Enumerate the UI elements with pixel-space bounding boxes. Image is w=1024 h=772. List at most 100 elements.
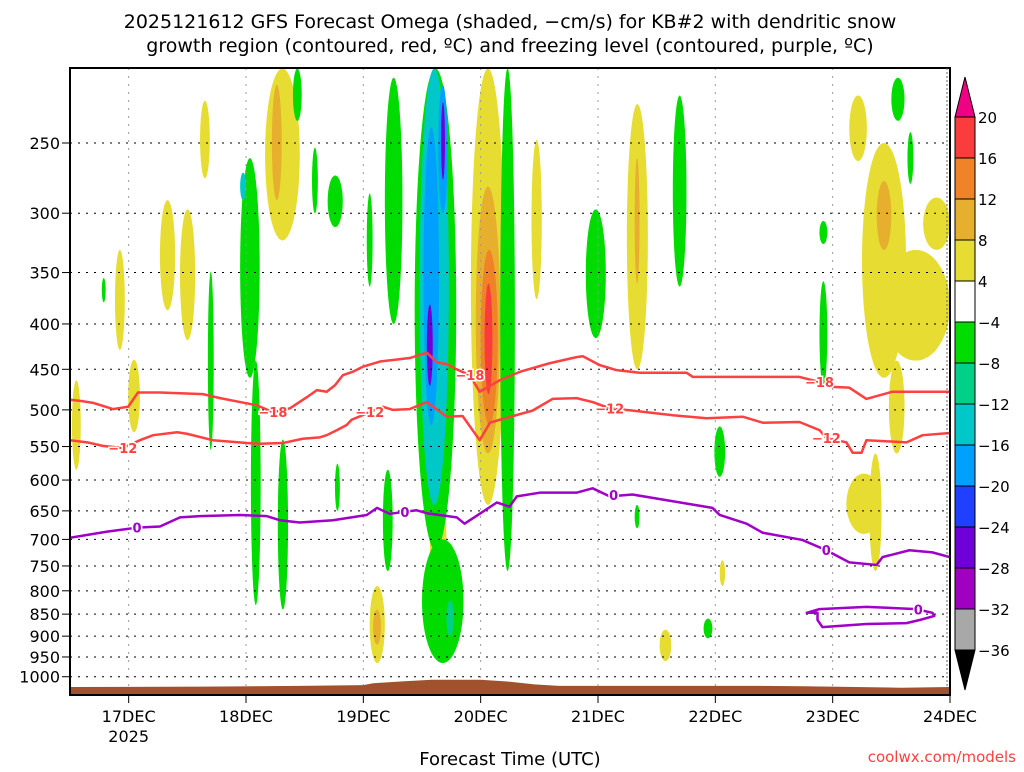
colorbar-swatch bbox=[954, 321, 976, 364]
omega-region bbox=[672, 95, 687, 287]
colorbar-label: −12 bbox=[978, 396, 1010, 414]
colorbar-label: −4 bbox=[978, 314, 1000, 332]
x-tick-year-label: 2025 bbox=[108, 727, 149, 746]
omega-region bbox=[888, 360, 905, 454]
omega-region bbox=[312, 147, 318, 214]
omega-region bbox=[869, 453, 882, 572]
x-tick-label: 23DEC bbox=[806, 707, 860, 726]
contour-label: 0 bbox=[609, 489, 618, 504]
contour-label: −18 bbox=[805, 376, 834, 391]
contour-label: 0 bbox=[400, 506, 409, 521]
omega-region bbox=[271, 84, 282, 201]
y-tick-label: 650 bbox=[29, 502, 60, 521]
x-tick-label: 17DEC bbox=[102, 707, 156, 726]
x-tick-label: 20DEC bbox=[454, 707, 508, 726]
colorbar-label: 20 bbox=[978, 109, 997, 127]
omega-region bbox=[703, 618, 713, 639]
contour-label: −18 bbox=[258, 406, 287, 421]
colorbar-label: 16 bbox=[978, 150, 997, 168]
omega-time-height-chart: 2025121612 GFS Forecast Omega (shaded, −… bbox=[19, 11, 1016, 770]
y-tick-label: 450 bbox=[29, 360, 60, 379]
omega-region bbox=[240, 172, 246, 201]
omega-region bbox=[634, 504, 640, 529]
y-tick-label: 250 bbox=[29, 134, 60, 153]
omega-region bbox=[334, 463, 340, 511]
colorbar-label: −36 bbox=[978, 642, 1010, 660]
omega-region bbox=[719, 560, 726, 586]
colorbar-swatch bbox=[954, 608, 976, 651]
omega-region bbox=[159, 200, 176, 311]
omega-region bbox=[441, 102, 445, 180]
omega-region bbox=[819, 220, 828, 245]
x-tick-label: 22DEC bbox=[688, 707, 742, 726]
y-tick-label: 750 bbox=[29, 557, 60, 576]
omega-region bbox=[384, 77, 403, 324]
chart-title-line-2: growth region (contoured, red, ºC) and f… bbox=[146, 35, 873, 57]
y-tick-label: 950 bbox=[29, 648, 60, 667]
colorbar-swatch bbox=[954, 280, 976, 323]
y-tick-label: 700 bbox=[29, 530, 60, 549]
omega-region bbox=[327, 175, 343, 228]
watermark: coolwx.com/models bbox=[868, 748, 1016, 766]
omega-region bbox=[71, 380, 81, 470]
contour-label: −18 bbox=[455, 369, 484, 384]
omega-region bbox=[876, 181, 892, 250]
colorbar-label: −16 bbox=[978, 437, 1010, 455]
contour-label: −12 bbox=[595, 402, 624, 417]
omega-region bbox=[426, 304, 433, 387]
omega-region bbox=[101, 278, 106, 303]
colorbar-swatch bbox=[954, 362, 976, 405]
y-axis-ticks: 250 300 350 400 450 500 550 600 650 700 750 800 850 9… bbox=[19, 134, 70, 687]
omega-region bbox=[446, 600, 454, 637]
colorbar-label: 12 bbox=[978, 191, 997, 209]
colorbar-swatch bbox=[954, 567, 976, 610]
y-tick-label: 1000 bbox=[19, 668, 60, 687]
omega-region bbox=[891, 77, 905, 121]
y-tick-label: 400 bbox=[29, 315, 60, 334]
contour-label: 0 bbox=[822, 544, 831, 559]
omega-region bbox=[500, 68, 515, 572]
colorbar-label: −8 bbox=[978, 355, 1000, 373]
x-axis-label: Forecast Time (UTC) bbox=[419, 749, 600, 768]
colorbar-under-triangle bbox=[954, 649, 976, 691]
omega-region bbox=[373, 609, 381, 645]
omega-region bbox=[207, 271, 214, 451]
omega-region bbox=[422, 539, 464, 664]
colorbar-swatch bbox=[954, 157, 976, 200]
y-tick-label: 350 bbox=[29, 264, 60, 283]
omega-region bbox=[114, 249, 125, 350]
contour-label: 0 bbox=[132, 522, 141, 537]
omega-region bbox=[659, 629, 672, 662]
y-tick-label: 550 bbox=[29, 438, 60, 457]
y-tick-label: 500 bbox=[29, 401, 60, 420]
omega-region bbox=[250, 360, 261, 605]
omega-region bbox=[907, 132, 914, 184]
omega-region bbox=[881, 249, 950, 361]
colorbar-label: 8 bbox=[978, 232, 988, 250]
omega-region bbox=[531, 139, 542, 300]
x-tick-label: 19DEC bbox=[336, 707, 390, 726]
colorbar-over-triangle bbox=[954, 76, 976, 118]
y-tick-label: 600 bbox=[29, 471, 60, 490]
omega-region bbox=[714, 426, 726, 477]
omega-region bbox=[484, 283, 493, 395]
colorbar-swatch bbox=[954, 526, 976, 569]
omega-region bbox=[634, 158, 640, 284]
chart-title-line-1: 2025121612 GFS Forecast Omega (shaded, −… bbox=[124, 11, 897, 33]
x-tick-label: 18DEC bbox=[219, 707, 273, 726]
omega-region bbox=[180, 209, 196, 340]
colorbar-label: −28 bbox=[978, 560, 1010, 578]
colorbar: 20 16 12 8 4 −4 −8 −12 −16 −20 −24 −28 −32 −36 bbox=[954, 76, 1010, 691]
contour-label: −12 bbox=[355, 406, 384, 421]
y-tick-label: 850 bbox=[29, 605, 60, 624]
colorbar-label: 4 bbox=[978, 273, 988, 291]
colorbar-swatch bbox=[954, 444, 976, 487]
colorbar-swatch bbox=[954, 403, 976, 446]
surface-terrain bbox=[70, 679, 950, 695]
omega-region bbox=[382, 469, 393, 572]
omega-region bbox=[292, 68, 302, 121]
colorbar-label: −20 bbox=[978, 478, 1010, 496]
y-tick-label: 300 bbox=[29, 204, 60, 223]
surface-ground-fill bbox=[70, 679, 950, 695]
contour-label: 0 bbox=[914, 604, 923, 619]
